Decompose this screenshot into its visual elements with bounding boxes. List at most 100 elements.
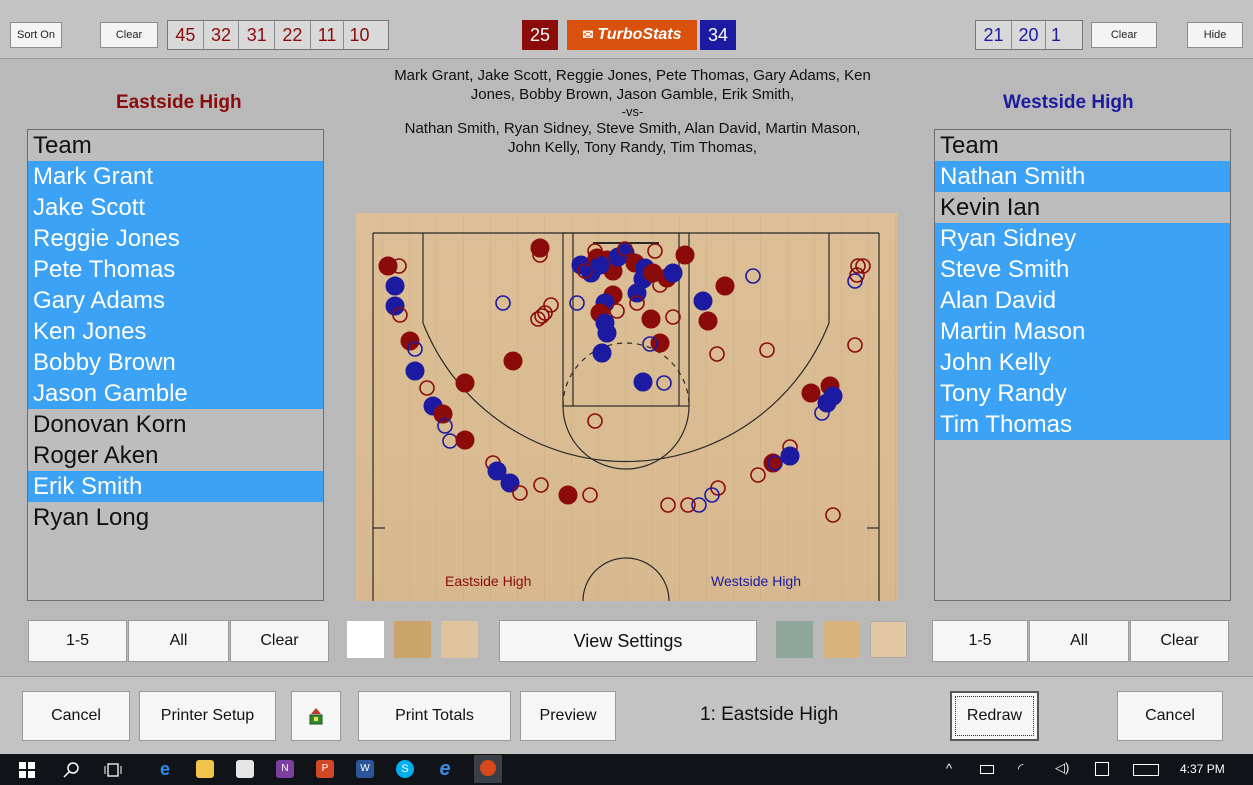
home-roster-item[interactable]: Jason Gamble xyxy=(28,378,323,409)
shot-marker xyxy=(647,243,663,259)
home-roster-item[interactable]: Mark Grant xyxy=(28,161,323,192)
tray-chevron-icon[interactable]: ^ xyxy=(946,761,952,776)
onenote-icon[interactable]: N xyxy=(276,760,294,778)
windows-start-icon[interactable] xyxy=(19,762,35,778)
color-swatch-light-wood[interactable] xyxy=(870,621,907,658)
away-roster-item[interactable]: Ryan Sidney xyxy=(935,223,1230,254)
home-roster-item[interactable]: Team xyxy=(28,130,323,161)
turbostats-taskbar-button[interactable] xyxy=(474,755,502,783)
away-lineup-line: Nathan Smith, Ryan Sidney, Steve Smith, … xyxy=(404,120,861,137)
color-swatch-white[interactable] xyxy=(347,621,384,658)
shot-marker xyxy=(745,268,761,284)
home-score-cell[interactable]: 31 xyxy=(239,21,276,49)
top-toolbar: Sort On Clear 45 32 31 22 11 10 25 ✉ Tur… xyxy=(0,0,1253,59)
search-icon[interactable] xyxy=(63,761,81,779)
store-icon[interactable] xyxy=(236,760,254,778)
home-roster-item[interactable]: Roger Aken xyxy=(28,440,323,471)
cancel-right-button[interactable]: Cancel xyxy=(1117,691,1223,741)
home-all-button[interactable]: All xyxy=(128,620,229,662)
home-roster-item[interactable]: Donovan Korn xyxy=(28,409,323,440)
away-roster-list[interactable]: Team Nathan Smith Kevin Ian Ryan Sidney Stev… xyxy=(934,129,1231,601)
shot-marker xyxy=(592,343,612,363)
away-roster-item[interactable]: Tim Thomas xyxy=(935,409,1230,440)
away-roster-item[interactable]: Alan David xyxy=(935,285,1230,316)
wifi-icon[interactable]: ◜ xyxy=(1018,760,1023,777)
view-settings-button[interactable]: View Settings xyxy=(499,620,757,662)
file-explorer-icon[interactable] xyxy=(196,760,214,778)
shot-marker xyxy=(680,497,696,513)
volume-icon[interactable]: ◁) xyxy=(1055,760,1069,776)
home-score-cell[interactable]: 22 xyxy=(275,21,311,49)
color-swatch-light-tan[interactable] xyxy=(441,621,478,658)
word-icon[interactable]: W xyxy=(356,760,374,778)
home-score-cell[interactable]: 45 xyxy=(168,21,204,49)
away-roster-item[interactable]: Tony Randy xyxy=(935,378,1230,409)
away-roster-item[interactable]: Kevin Ian xyxy=(935,192,1230,223)
home-roster-item[interactable]: Bobby Brown xyxy=(28,347,323,378)
home-roster-item[interactable]: Erik Smith xyxy=(28,471,323,502)
away-team-title: Westside High xyxy=(1003,92,1134,113)
shot-chart-court[interactable]: Eastside High Westside High xyxy=(355,213,897,601)
away-score-cell[interactable]: 20 xyxy=(1012,21,1046,49)
home-roster-item[interactable]: Ryan Long xyxy=(28,502,323,533)
away-roster-item[interactable]: Steve Smith xyxy=(935,254,1230,285)
home-range-1-5-button[interactable]: 1-5 xyxy=(28,620,127,662)
shot-marker xyxy=(660,497,676,513)
color-swatch-wood[interactable] xyxy=(823,621,860,658)
internet-explorer-icon[interactable]: e xyxy=(436,759,454,779)
matchup-description: Mark Grant, Jake Scott, Reggie Jones, Pe… xyxy=(340,66,925,157)
away-all-button[interactable]: All xyxy=(1029,620,1129,662)
home-clear-button[interactable]: Clear xyxy=(230,620,329,662)
hide-button[interactable]: Hide xyxy=(1187,22,1243,48)
redraw-button[interactable]: Redraw xyxy=(950,691,1039,741)
color-swatch-tan[interactable] xyxy=(394,621,431,658)
home-roster-item[interactable]: Jake Scott xyxy=(28,192,323,223)
action-center-icon[interactable] xyxy=(1095,762,1109,776)
home-lineup-line: Jones, Bobby Brown, Jason Gamble, Erik S… xyxy=(470,86,795,103)
edge-icon[interactable]: e xyxy=(156,760,174,778)
shot-marker xyxy=(385,276,405,296)
court-away-label: Westside High xyxy=(711,573,802,589)
clear-right-button[interactable]: Clear xyxy=(1091,22,1157,48)
away-roster-item[interactable]: John Kelly xyxy=(935,347,1230,378)
away-total-score: 34 xyxy=(700,20,736,50)
clear-left-button[interactable]: Clear xyxy=(100,22,158,48)
sort-on-button[interactable]: Sort On xyxy=(10,22,62,48)
home-roster-item[interactable]: Pete Thomas xyxy=(28,254,323,285)
shot-marker xyxy=(750,467,766,483)
home-roster-item[interactable]: Ken Jones xyxy=(28,316,323,347)
home-score-cell[interactable]: 11 xyxy=(311,21,345,49)
powerpoint-icon[interactable]: P xyxy=(316,760,334,778)
shot-marker xyxy=(405,361,425,381)
away-roster-item[interactable]: Martin Mason xyxy=(935,316,1230,347)
away-score-cell[interactable]: 21 xyxy=(976,21,1012,49)
printer-setup-button[interactable]: Printer Setup xyxy=(139,691,276,741)
cancel-left-button[interactable]: Cancel xyxy=(22,691,130,741)
battery-icon[interactable] xyxy=(980,765,994,774)
away-clear-button[interactable]: Clear xyxy=(1130,620,1229,662)
preview-button[interactable]: Preview xyxy=(520,691,616,741)
keyboard-icon[interactable] xyxy=(1133,764,1159,776)
away-roster-item[interactable]: Nathan Smith xyxy=(935,161,1230,192)
shot-marker xyxy=(495,295,511,311)
away-score-cell[interactable]: 1 xyxy=(1046,21,1082,49)
skype-icon[interactable]: S xyxy=(396,760,414,778)
away-range-1-5-button[interactable]: 1-5 xyxy=(932,620,1028,662)
away-roster-item[interactable]: Team xyxy=(935,130,1230,161)
taskbar-clock[interactable]: 4:37 PM xyxy=(1180,762,1225,776)
shot-marker xyxy=(665,309,681,325)
home-score-cell[interactable]: 10 xyxy=(344,21,388,49)
shot-marker xyxy=(533,477,549,493)
task-view-icon[interactable] xyxy=(104,762,122,778)
home-team-title: Eastside High xyxy=(116,92,242,113)
home-roster-item[interactable]: Gary Adams xyxy=(28,285,323,316)
shot-marker xyxy=(656,375,672,391)
export-button[interactable] xyxy=(291,691,341,741)
color-swatch-green-gray[interactable] xyxy=(776,621,813,658)
home-score-cell[interactable]: 32 xyxy=(204,21,240,49)
shot-marker xyxy=(419,380,435,396)
home-roster-item[interactable]: Reggie Jones xyxy=(28,223,323,254)
print-totals-button[interactable]: Print Totals xyxy=(358,691,511,741)
shot-marker xyxy=(455,430,475,450)
home-roster-list[interactable]: Team Mark Grant Jake Scott Reggie Jones Pete… xyxy=(27,129,324,601)
